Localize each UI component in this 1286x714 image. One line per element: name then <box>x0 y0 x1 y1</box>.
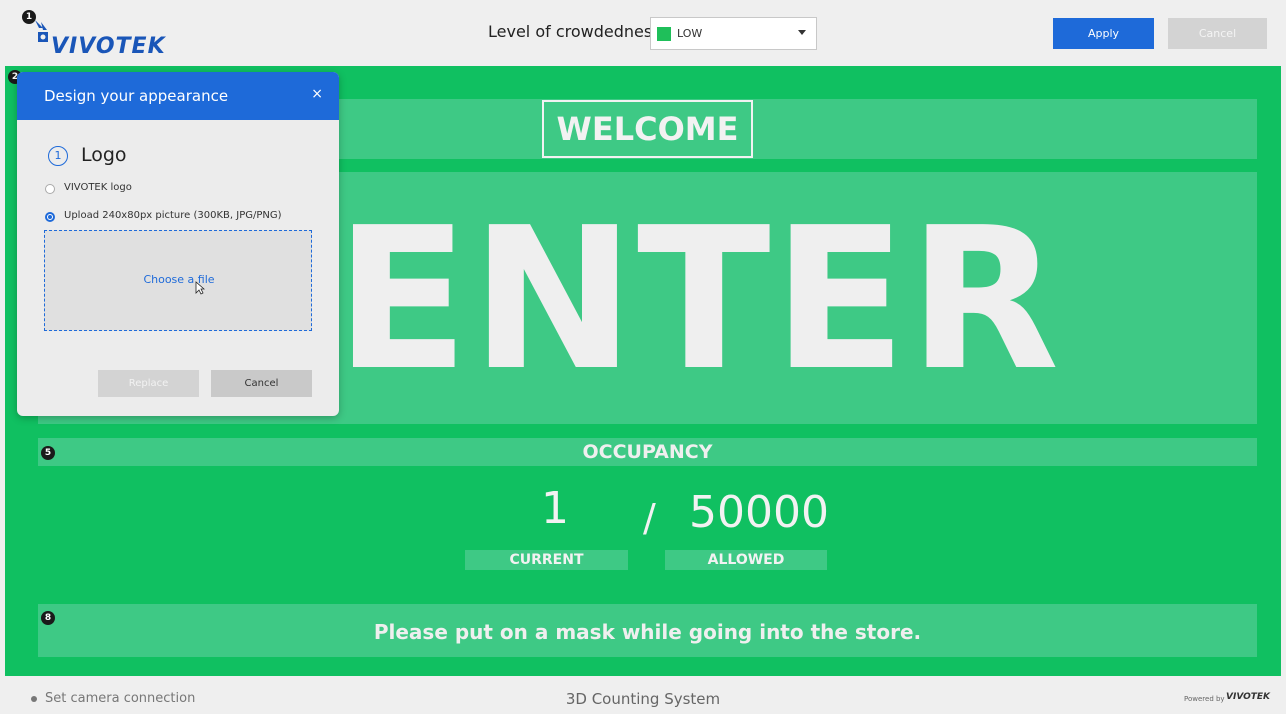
replace-button[interactable]: Replace <box>98 370 199 397</box>
pointer-cursor-icon <box>195 281 205 295</box>
dialog-cancel-button[interactable]: Cancel <box>211 370 312 397</box>
dialog-title: Design your appearance <box>44 87 229 105</box>
allowed-count: 50000 <box>689 487 829 538</box>
callout-badge-1: 1 <box>22 10 36 24</box>
crowdedness-select[interactable]: LOW <box>650 17 817 50</box>
callout-badge-5: 5 <box>41 446 55 460</box>
step-title: Logo <box>81 144 127 166</box>
option-upload-label[interactable]: Upload 240x80px picture (300KB, JPG/PNG) <box>64 210 282 221</box>
occupancy-title: OCCUPANCY <box>582 441 713 463</box>
choose-file-link[interactable]: Choose a file <box>45 273 313 286</box>
enter-text: ENTER <box>335 186 1062 414</box>
system-name: 3D Counting System <box>565 690 721 708</box>
cancel-button[interactable]: Cancel <box>1168 18 1267 49</box>
radio-upload-picture[interactable] <box>45 212 55 222</box>
vivotek-logo: VIVOTEK <box>33 18 173 59</box>
top-bar: VIVOTEK Level of crowdedness LOW Apply C… <box>5 6 1281 64</box>
close-icon[interactable]: × <box>311 86 323 102</box>
step-number-badge: 1 <box>48 146 68 166</box>
option-vivotek-logo-label[interactable]: VIVOTEK logo <box>64 182 132 193</box>
crowd-select-value: LOW <box>677 27 703 40</box>
crowd-color-swatch <box>657 27 671 41</box>
footer-brand-logo: VIVOTEK <box>1226 692 1271 702</box>
page: VIVOTEK Level of crowdedness LOW Apply C… <box>0 0 1286 714</box>
count-separator: / <box>643 496 656 540</box>
callout-badge-8: 8 <box>41 611 55 625</box>
welcome-text: WELCOME <box>542 100 753 158</box>
design-appearance-dialog: Design your appearance × 1 Logo VIVOTEK … <box>17 72 339 416</box>
chevron-down-icon <box>798 30 806 35</box>
dialog-header: Design your appearance × <box>17 72 339 120</box>
apply-button[interactable]: Apply <box>1053 18 1154 49</box>
allowed-label[interactable]: ALLOWED <box>665 550 827 570</box>
message-text: Please put on a mask while going into th… <box>373 620 922 644</box>
footer: Set camera connection 3D Counting System… <box>0 680 1286 714</box>
powered-by-label: Powered by <box>1184 695 1225 703</box>
logo-text: VIVOTEK <box>51 34 166 59</box>
current-label[interactable]: CURRENT <box>465 550 628 570</box>
crowdedness-label: Level of crowdedness <box>488 22 661 41</box>
current-count: 1 <box>541 483 569 534</box>
file-dropzone[interactable]: Choose a file <box>44 230 312 331</box>
radio-vivotek-logo[interactable] <box>45 184 55 194</box>
